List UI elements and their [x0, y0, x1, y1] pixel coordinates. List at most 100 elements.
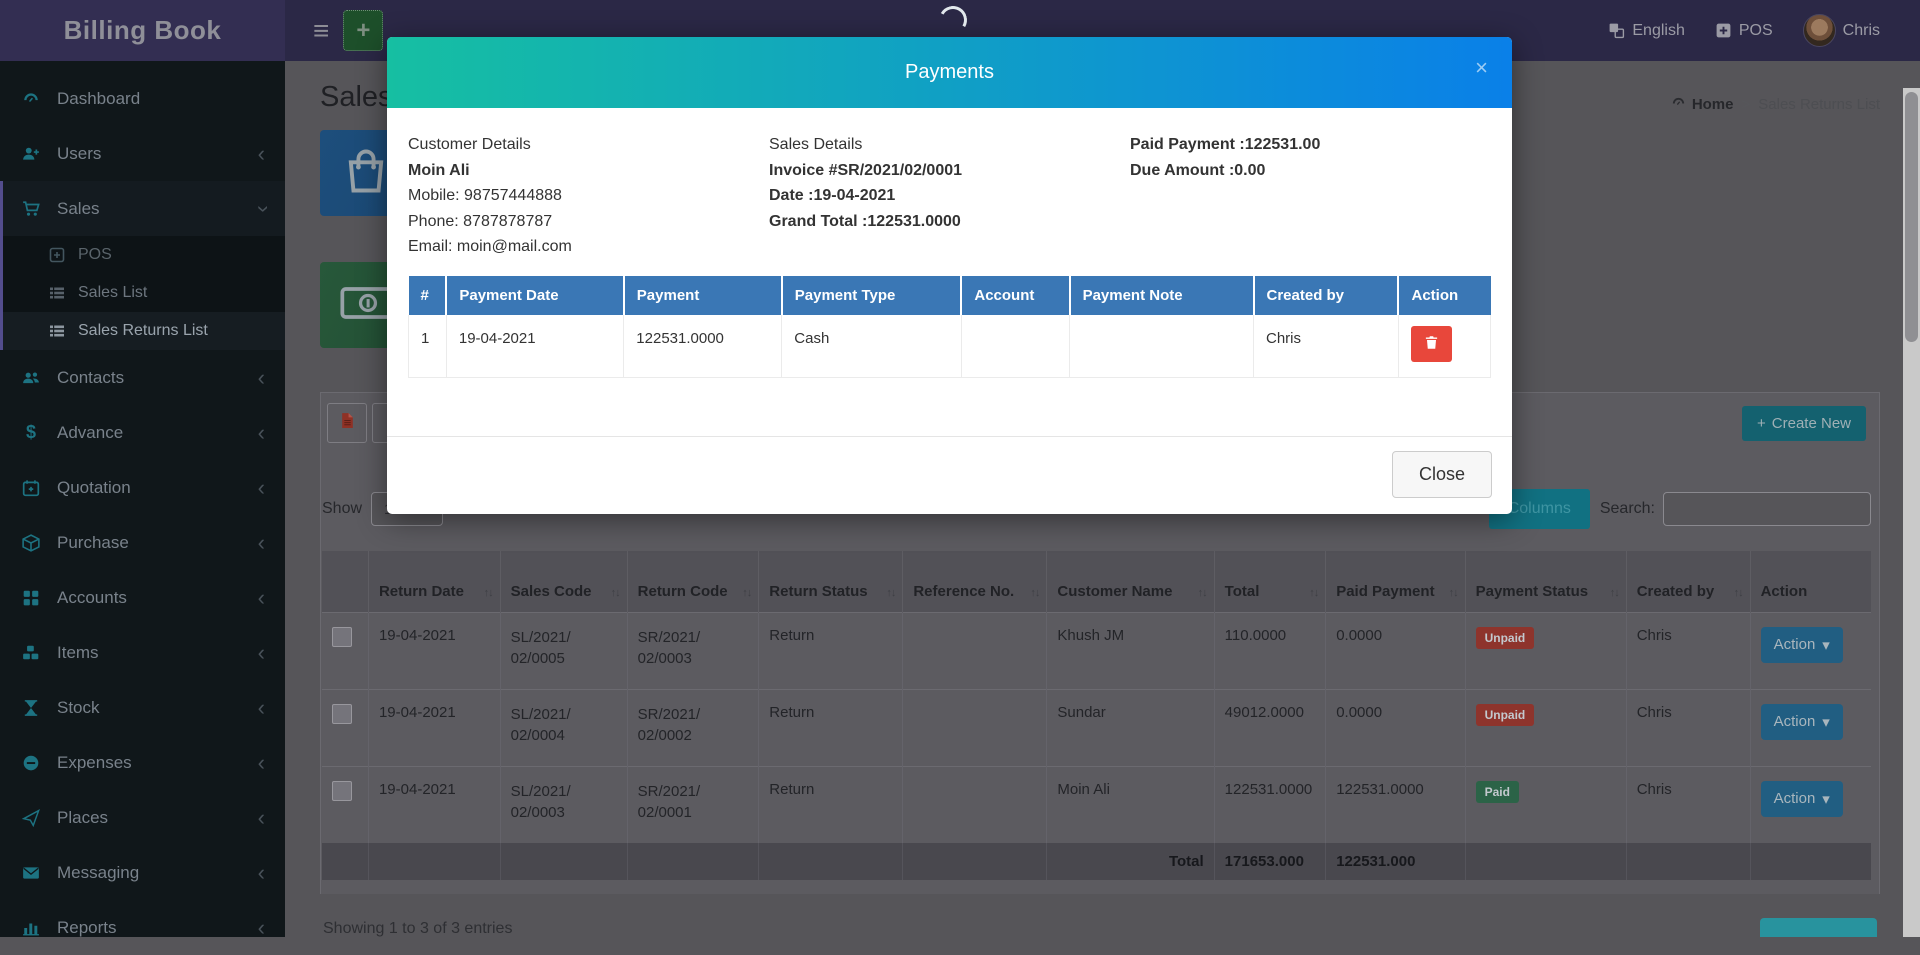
invoice-date: Date :19-04-2021: [769, 183, 1130, 209]
payment-row: 1 19-04-2021 122531.0000 Cash Chris: [409, 315, 1491, 378]
col-payment-status[interactable]: Payment Status↑↓: [1465, 551, 1626, 612]
col-return-status[interactable]: Return Status↑↓: [759, 551, 903, 612]
sort-icon: ↑↓: [886, 587, 895, 599]
breadcrumb-separator: >: [1742, 96, 1751, 113]
hamburger-menu-icon[interactable]: ≡: [313, 17, 329, 45]
sales-details: Sales Details Invoice #SR/2021/02/0001 D…: [769, 132, 1130, 260]
total-paid-amount: 122531.000: [1326, 843, 1465, 880]
col-paid-payment[interactable]: Paid Payment↑↓: [1326, 551, 1465, 612]
col-return-code[interactable]: Return Code↑↓: [627, 551, 759, 612]
chevron-left-icon: ‹: [258, 807, 265, 829]
export-pdf-button[interactable]: [327, 403, 367, 443]
col-num: #: [409, 276, 447, 315]
col-customer-name[interactable]: Customer Name↑↓: [1047, 551, 1214, 612]
sort-icon: ↑↓: [1030, 587, 1039, 599]
chevron-left-icon: ‹: [258, 917, 265, 939]
col-payment: Payment: [624, 276, 782, 315]
sidebar-item-contacts[interactable]: Contacts ‹: [0, 350, 285, 405]
col-action: Action: [1398, 276, 1490, 315]
sidebar-item-users[interactable]: Users ‹: [0, 126, 285, 181]
customer-name: Moin Ali: [408, 158, 769, 184]
sort-icon: ↑↓: [1309, 587, 1318, 599]
row-checkbox[interactable]: [332, 704, 352, 724]
sort-icon: ↑↓: [484, 587, 493, 599]
sidebar-item-accounts[interactable]: Accounts ‹: [0, 570, 285, 625]
search-input[interactable]: [1663, 492, 1871, 526]
modal-header: Payments ×: [387, 37, 1512, 108]
calendar-plus-icon: [18, 479, 44, 497]
col-created-by[interactable]: Created by↑↓: [1626, 551, 1750, 612]
row-checkbox[interactable]: [332, 627, 352, 647]
table-total-row: Total 171653.000 122531.000: [322, 843, 1871, 880]
sidebar-item-advance[interactable]: $ Advance ‹: [0, 405, 285, 460]
scrollbar-thumb[interactable]: [1905, 92, 1918, 342]
col-total[interactable]: Total↑↓: [1214, 551, 1326, 612]
home-gauge-icon: [1671, 95, 1686, 114]
row-action-button[interactable]: Action▾: [1761, 704, 1843, 740]
sidebar-item-expenses[interactable]: Expenses ‹: [0, 735, 285, 790]
payments-header-row: # Payment Date Payment Payment Type Acco…: [409, 276, 1491, 315]
close-icon[interactable]: ×: [1475, 57, 1488, 79]
create-new-button[interactable]: + Create New: [1742, 406, 1866, 441]
delete-payment-button[interactable]: [1411, 326, 1452, 362]
customer-email: Email: moin@mail.com: [408, 234, 769, 260]
showing-entries-text: Showing 1 to 3 of 3 entries: [323, 920, 1871, 938]
chevron-left-icon: ‹: [258, 532, 265, 554]
plus-icon: +: [1757, 415, 1766, 432]
language-menu[interactable]: English: [1608, 22, 1684, 40]
chevron-left-icon: ‹: [258, 477, 265, 499]
user-name: Chris: [1843, 22, 1880, 40]
user-avatar: [1803, 14, 1836, 47]
user-menu[interactable]: Chris: [1803, 14, 1880, 47]
sidebar-item-dashboard[interactable]: Dashboard: [0, 71, 285, 126]
breadcrumb-current: Sales Returns List: [1758, 96, 1880, 113]
total-amount: 171653.000: [1214, 843, 1326, 880]
envelope-icon: [18, 864, 44, 882]
sidebar-item-purchase[interactable]: Purchase ‹: [0, 515, 285, 570]
row-action-button[interactable]: Action▾: [1761, 781, 1843, 817]
sidebar-item-stock[interactable]: Stock ‹: [0, 680, 285, 735]
sidebar-item-sales-returns-list[interactable]: Sales Returns List: [3, 312, 285, 350]
col-sales-code[interactable]: Sales Code↑↓: [500, 551, 627, 612]
chevron-left-icon: ‹: [258, 367, 265, 389]
chevron-left-icon: ‹: [258, 642, 265, 664]
breadcrumb-home-link[interactable]: Home: [1671, 95, 1734, 114]
sidebar-item-messaging[interactable]: Messaging ‹: [0, 845, 285, 900]
sidebar-item-quotation[interactable]: Quotation ‹: [0, 460, 285, 515]
modal-title: Payments: [905, 61, 994, 84]
status-badge: Unpaid: [1476, 704, 1535, 726]
close-button[interactable]: Close: [1392, 451, 1492, 498]
bar-chart-icon: [18, 919, 44, 937]
row-action-button[interactable]: Action▾: [1761, 627, 1843, 663]
floating-action-button[interactable]: [1760, 918, 1877, 937]
sort-icon: ↑↓: [1198, 587, 1207, 599]
modal-footer: Close: [387, 436, 1512, 514]
table-header-row: Return Date↑↓ Sales Code↑↓ Return Code↑↓…: [322, 551, 1871, 612]
sidebar-item-sales-list[interactable]: Sales List: [3, 274, 285, 312]
pos-menu[interactable]: POS: [1715, 22, 1773, 40]
row-checkbox[interactable]: [332, 781, 352, 801]
sidebar-item-pos[interactable]: POS: [3, 236, 285, 274]
quick-add-button[interactable]: +: [343, 10, 383, 51]
chevron-left-icon: ‹: [258, 422, 265, 444]
chevron-left-icon: ‹: [258, 862, 265, 884]
sort-icon: ↑↓: [611, 587, 620, 599]
show-label: Show: [322, 500, 362, 518]
app-brand: Billing Book: [0, 0, 285, 61]
sidebar-item-places[interactable]: Places ‹: [0, 790, 285, 845]
scrollbar-track: [1903, 88, 1920, 937]
hourglass-icon: [18, 699, 44, 717]
col-return-date[interactable]: Return Date↑↓: [368, 551, 500, 612]
col-reference-no[interactable]: Reference No.↑↓: [903, 551, 1047, 612]
sidebar-group-sales: Sales ‹ POS Sales List Sales Returns Lis…: [0, 181, 285, 350]
trash-icon: [1424, 335, 1439, 353]
sidebar-item-reports[interactable]: Reports ‹: [0, 900, 285, 955]
caret-down-icon: ▾: [1822, 713, 1830, 731]
people-icon: [18, 369, 44, 387]
sidebar-item-sales[interactable]: Sales ‹: [3, 181, 285, 236]
th-list-icon: [47, 285, 67, 301]
chevron-down-icon: ‹: [250, 205, 272, 212]
sidebar-item-items[interactable]: Items ‹: [0, 625, 285, 680]
caret-down-icon: ▾: [1822, 636, 1830, 654]
plus-square-icon: [1715, 22, 1732, 39]
